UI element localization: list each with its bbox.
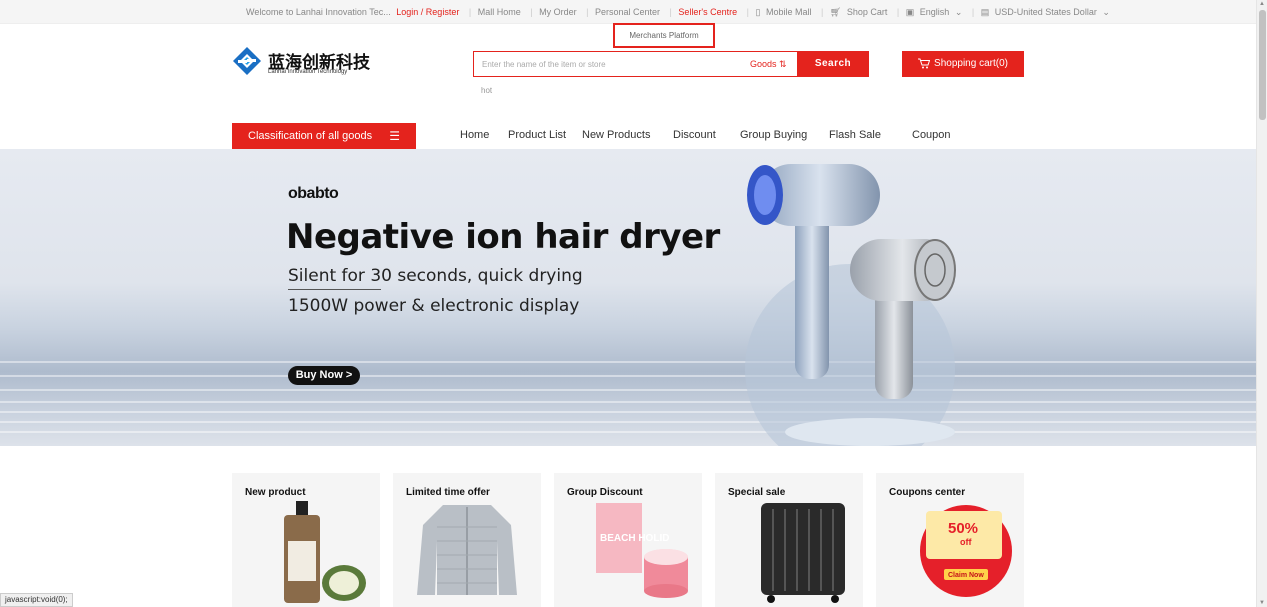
- cart-label: Shopping cart(0): [934, 58, 1008, 69]
- personal-center-link[interactable]: Personal Center: [595, 7, 660, 17]
- scroll-up-icon[interactable]: ▲: [1259, 1, 1265, 7]
- hair-dryer-image: [745, 164, 956, 446]
- hot-keywords[interactable]: hot: [481, 86, 492, 95]
- buy-now-button[interactable]: Buy Now >: [288, 366, 360, 385]
- search-input[interactable]: Enter the name of the item or store: [482, 60, 606, 69]
- jacket-image: [417, 505, 517, 595]
- coupon-percent: 50%: [948, 520, 978, 537]
- nav-group-buying[interactable]: Group Buying: [740, 129, 807, 141]
- menu-icon: ☰: [389, 129, 400, 143]
- cart-icon: [918, 58, 931, 69]
- special-sale-card[interactable]: Special sale: [715, 473, 863, 607]
- translate-icon: ▣: [905, 7, 915, 17]
- card-title: Limited time offer: [406, 487, 490, 498]
- sort-icon: ⇅: [779, 59, 787, 69]
- limited-offer-card[interactable]: Limited time offer: [393, 473, 541, 607]
- categories-label: Classification of all goods: [248, 130, 373, 142]
- nav-product-list[interactable]: Product List: [508, 129, 566, 141]
- my-order-link[interactable]: My Order: [539, 7, 577, 17]
- logo-icon: [233, 47, 261, 75]
- mobile-mall-link[interactable]: Mobile Mall: [766, 7, 812, 17]
- nav-discount[interactable]: Discount: [673, 129, 716, 141]
- card-title: Coupons center: [889, 487, 966, 498]
- shop-cart-link[interactable]: Shop Cart: [847, 7, 888, 17]
- coupons-center-card[interactable]: Coupons center 50% off Claim Now: [876, 473, 1024, 607]
- search-button[interactable]: Search: [797, 51, 869, 77]
- search-bar: Enter the name of the item or store Good…: [473, 51, 869, 77]
- carousel-dots[interactable]: [580, 436, 652, 446]
- card-title: Special sale: [728, 487, 786, 498]
- welcome-text: Welcome to Lanhai Innovation Tec...: [246, 7, 391, 17]
- login-register-link[interactable]: Login / Register: [396, 7, 459, 17]
- card-title: Group Discount: [567, 487, 643, 498]
- nav-flash-sale[interactable]: Flash Sale: [829, 129, 881, 141]
- search-scope-label: Goods: [750, 59, 777, 69]
- luggage-image: [761, 503, 845, 603]
- coupon-off: off: [960, 537, 972, 547]
- group-discount-card[interactable]: Group Discount BEACH HOLID: [554, 473, 702, 607]
- cart-icon: 🛒︎: [829, 7, 842, 17]
- merchants-platform-link[interactable]: Merchants Platform: [629, 31, 698, 40]
- sellers-centre-link[interactable]: Seller's Centre: [678, 7, 737, 17]
- banner-line-2: 1500W power & electronic display: [288, 296, 580, 316]
- status-bar: javascript:void(0);: [0, 593, 73, 607]
- nav-coupon[interactable]: Coupon: [912, 129, 951, 141]
- all-categories-button[interactable]: Classification of all goods ☰: [232, 123, 416, 149]
- candle-box-text: BEACH HOLID: [600, 533, 669, 544]
- chevron-down-icon: ⌄: [1102, 7, 1110, 17]
- bottle-image: [284, 501, 366, 603]
- banner-line-1: Silent for 30 seconds, quick drying: [288, 266, 583, 286]
- nav-new-products[interactable]: New Products: [582, 129, 650, 141]
- banner-headline: Negative ion hair dryer: [286, 217, 720, 257]
- language-select[interactable]: English: [920, 7, 950, 17]
- hero-banner[interactable]: obabto Negative ion hair dryer Silent fo…: [0, 149, 1256, 446]
- currency-select[interactable]: USD-United States Dollar: [995, 7, 1097, 17]
- candle-image: BEACH HOLID: [596, 503, 688, 598]
- currency-icon: ▤: [980, 7, 990, 17]
- mobile-icon: ▯: [755, 7, 761, 17]
- top-bar-links: Welcome to Lanhai Innovation Tec... Logi…: [246, 7, 1110, 17]
- nav-home[interactable]: Home: [460, 129, 489, 141]
- scrollbar-thumb[interactable]: [1259, 10, 1266, 120]
- claim-now-label: Claim Now: [948, 572, 984, 579]
- top-bar: Welcome to Lanhai Innovation Tec... Logi…: [0, 0, 1256, 24]
- logo-title-en: Lanhai Innovation Technology: [268, 69, 348, 75]
- sellers-dropdown: Merchants Platform: [613, 23, 715, 48]
- banner-brand: obabto: [288, 185, 339, 202]
- new-product-card[interactable]: New product: [232, 473, 380, 607]
- search-scope-select[interactable]: Goods ⇅: [750, 59, 787, 70]
- scroll-down-icon[interactable]: ▼: [1259, 600, 1265, 606]
- mall-home-link[interactable]: Mall Home: [478, 7, 521, 17]
- coupon-image: 50% off Claim Now: [920, 505, 1012, 597]
- page-scrollbar[interactable]: ▲ ▼: [1256, 0, 1267, 607]
- shopping-cart-button[interactable]: Shopping cart(0): [902, 51, 1024, 77]
- card-title: New product: [245, 487, 306, 498]
- chevron-down-icon: ⌄: [954, 7, 963, 17]
